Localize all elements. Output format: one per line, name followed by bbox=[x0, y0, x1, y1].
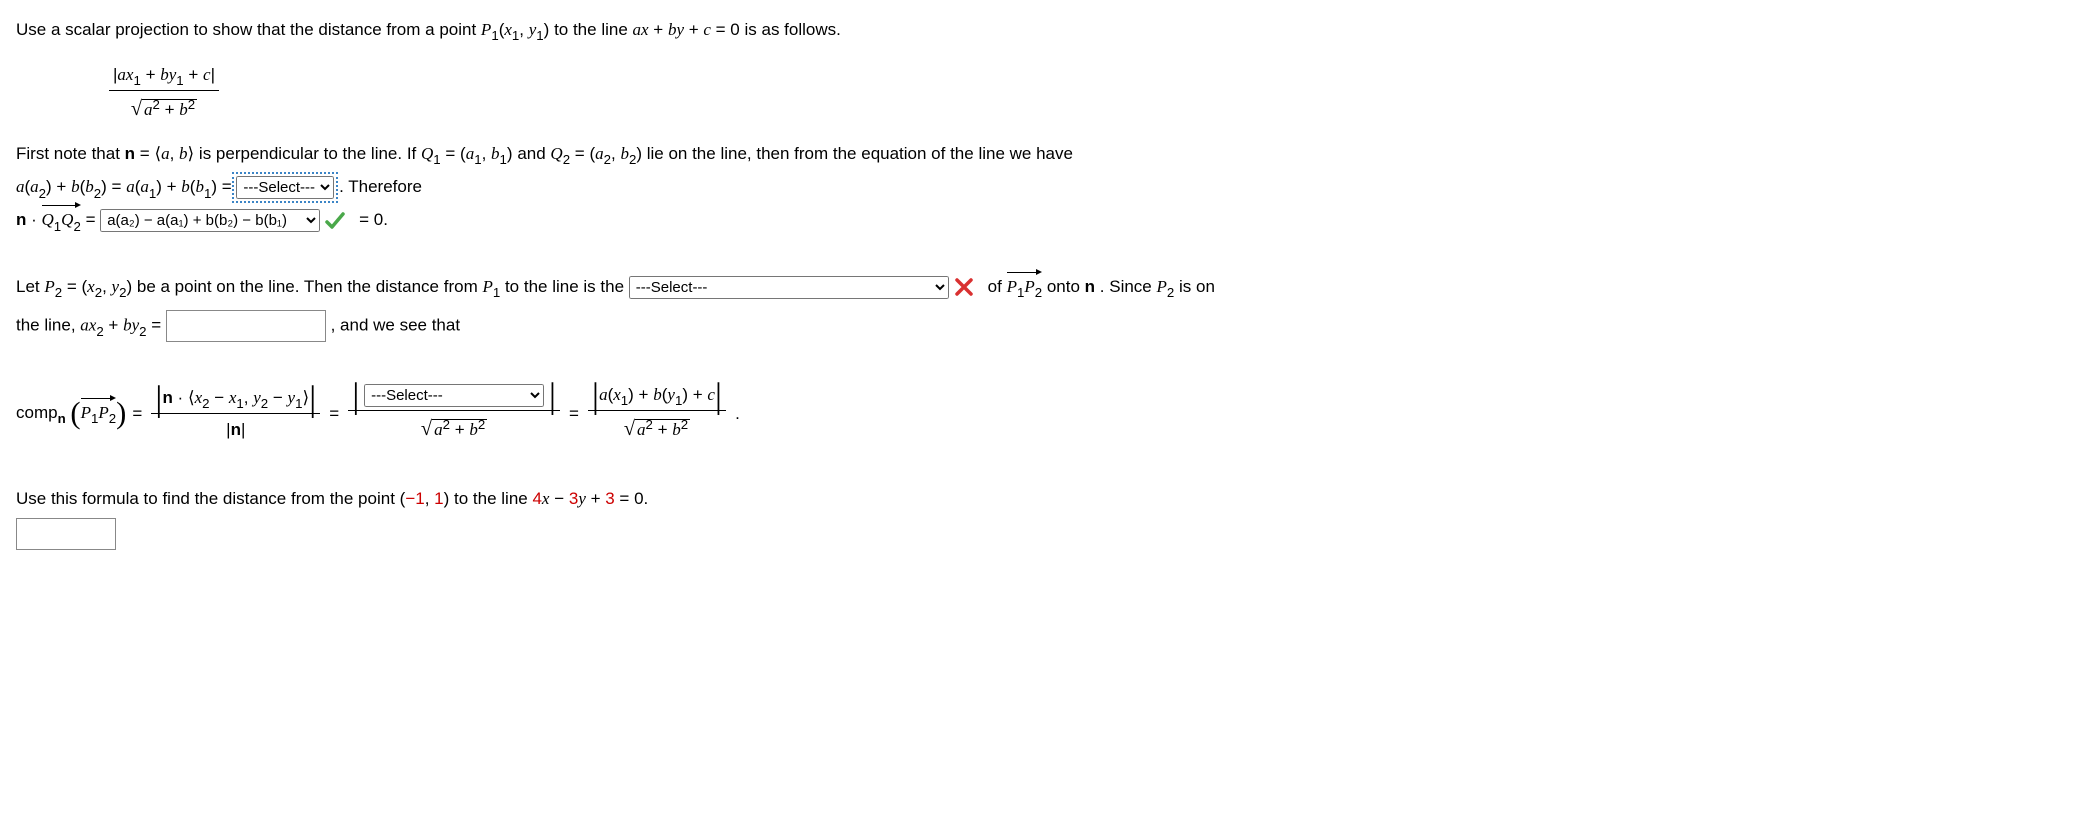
select-2[interactable]: a(a₂) − a(a₁) + b(b₂) − b(b₁) bbox=[100, 209, 320, 232]
comp-equation: compn (P1P2) = |n · ⟨x2 − x1, y2 − y1⟩| … bbox=[16, 381, 2059, 446]
equation-row-c: the line, ax2 + by2 = , and we see that bbox=[16, 310, 2059, 342]
explanation-2: Let P2 = (x2, y2) be a point on the line… bbox=[16, 273, 2059, 300]
explanation-1: First note that n = ⟨a, b⟩ is perpendicu… bbox=[16, 140, 2059, 167]
text: Use a scalar projection to show that the… bbox=[16, 20, 481, 39]
distance-formula: |ax1 + by1 + c| √a2 + b2 bbox=[106, 61, 2059, 126]
problem-statement: Use a scalar projection to show that the… bbox=[16, 16, 2059, 43]
equation-row-a: a(a2) + b(b2) = a(a1) + b(b1) = ---Selec… bbox=[16, 173, 2059, 200]
select-4[interactable]: ---Select--- bbox=[364, 384, 544, 407]
final-question: Use this formula to find the distance fr… bbox=[16, 485, 2059, 512]
equation-row-b: n · Q1Q2 = a(a₂) − a(a₁) + b(b₂) − b(b₁)… bbox=[16, 206, 2059, 233]
check-icon bbox=[325, 211, 345, 231]
sub1: 1 bbox=[491, 28, 498, 43]
vector-P1P2: P1P2 bbox=[1007, 273, 1043, 300]
x-icon bbox=[954, 277, 974, 297]
blank-1[interactable] bbox=[166, 310, 326, 342]
n-vec: n bbox=[125, 144, 135, 163]
text: to the line bbox=[554, 20, 632, 39]
answer-input[interactable] bbox=[16, 518, 116, 550]
P1: P bbox=[481, 20, 491, 39]
select-3[interactable]: ---Select--- bbox=[629, 276, 949, 299]
vector-Q1Q2: Q1Q2 bbox=[42, 206, 81, 233]
text: is as follows. bbox=[744, 20, 840, 39]
select-1[interactable]: ---Select--- bbox=[236, 176, 334, 199]
